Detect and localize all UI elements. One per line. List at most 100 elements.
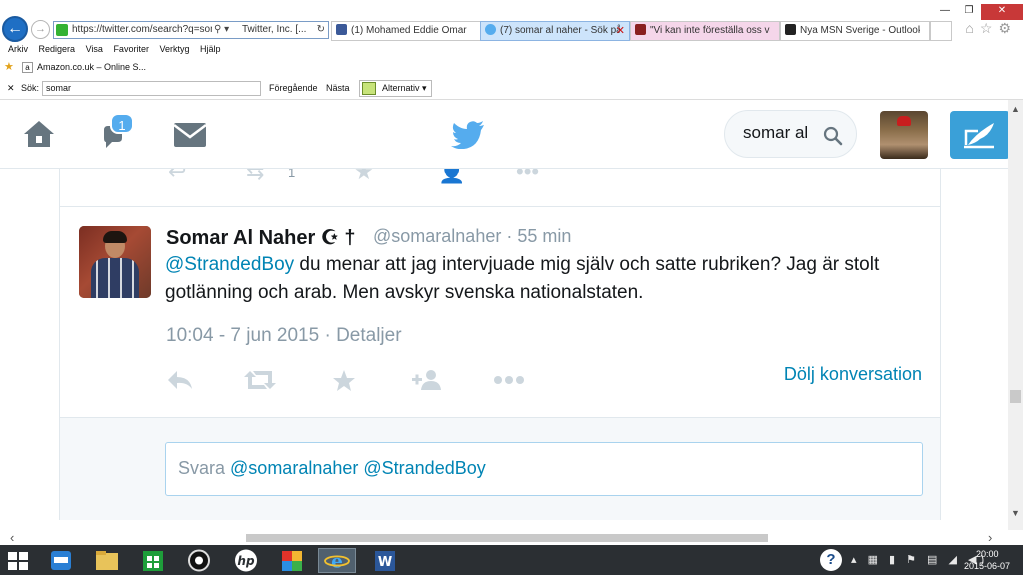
refresh-icon[interactable]: ↻: [317, 22, 325, 38]
favorite-icon[interactable]: ★: [354, 169, 374, 185]
hide-conversation-link[interactable]: Dölj konversation: [784, 364, 922, 385]
reply-prefix: Svara: [178, 458, 231, 478]
horizontal-scrollbar[interactable]: ‹ ›: [0, 530, 1008, 545]
reply-icon[interactable]: ↩: [168, 169, 186, 185]
forward-button[interactable]: →: [31, 20, 50, 39]
find-previous-button[interactable]: Föregående: [269, 78, 318, 98]
search-input[interactable]: somar al: [743, 123, 808, 143]
avatar-hair: [103, 231, 127, 243]
photo-app-icon[interactable]: [273, 548, 311, 573]
address-bar[interactable]: https://twitter.com/search?q=som ⚲ ▾ Twi…: [53, 21, 329, 39]
scroll-right-icon[interactable]: ›: [988, 530, 992, 545]
windows-taskbar: hp e W ? ▴ ▦ ▮ ⚑ ▤ ◢ ◀): [0, 545, 1023, 575]
horizontal-scroll-thumb[interactable]: [246, 534, 768, 542]
favorite-amazon-link[interactable]: Amazon.co.uk – Online S...: [37, 58, 146, 76]
restore-icon[interactable]: ❐: [957, 4, 981, 20]
clock-date[interactable]: 2015-06-07: [964, 561, 1010, 571]
find-bar: ✕ Sök: somar Föregående Nästa Alternativ…: [0, 78, 1023, 100]
reply-icon[interactable]: [167, 369, 193, 391]
add-favorite-star-icon[interactable]: ★: [4, 62, 16, 73]
word-icon[interactable]: W: [366, 548, 404, 573]
scroll-down-icon[interactable]: ▼: [1011, 508, 1020, 518]
news-icon: [635, 24, 646, 35]
taskbar-app-icon[interactable]: [42, 548, 80, 573]
tab-twitter-search[interactable]: (7) somar al naher - Sök på ... ✕: [480, 21, 630, 41]
compose-tweet-button[interactable]: [950, 111, 1010, 159]
retweet-icon[interactable]: ⇆: [246, 169, 264, 185]
scroll-thumb[interactable]: [1010, 390, 1021, 403]
tweet-age[interactable]: 55 min: [517, 226, 571, 246]
menu-arkiv[interactable]: Arkiv: [8, 42, 28, 56]
author-name-text[interactable]: Somar Al Naher: [166, 227, 315, 249]
follow-icon[interactable]: 👤: [438, 169, 465, 185]
media-player-icon[interactable]: [180, 548, 218, 573]
search-dropdown-icon[interactable]: ⚲ ▾: [214, 22, 229, 38]
vertical-scrollbar[interactable]: ▲ ▼: [1008, 100, 1023, 530]
tab-msn[interactable]: Nya MSN Sverige - Outlook, Sk...: [780, 21, 930, 41]
address-url[interactable]: https://twitter.com/search?q=som: [72, 22, 212, 38]
tweet-text: @StrandedBoy du menar att jag intervjuad…: [165, 251, 935, 307]
minimize-icon[interactable]: —: [933, 4, 957, 20]
retweet-icon[interactable]: [244, 369, 276, 391]
more-icon[interactable]: [493, 369, 525, 391]
store-icon[interactable]: [134, 548, 172, 573]
help-icon[interactable]: ?: [820, 549, 842, 571]
back-button[interactable]: ←: [2, 16, 28, 42]
find-input[interactable]: somar: [42, 81, 261, 96]
details-link[interactable]: Detaljer: [336, 325, 401, 346]
menu-bar: Arkiv Redigera Visa Favoriter Verktyg Hj…: [0, 42, 1023, 58]
internet-explorer-icon[interactable]: e: [318, 548, 356, 573]
certificate-label[interactable]: Twitter, Inc. [...: [242, 22, 314, 38]
menu-hjalp[interactable]: Hjälp: [200, 42, 221, 56]
close-tab-icon[interactable]: ✕: [616, 22, 625, 40]
account-avatar[interactable]: [880, 111, 928, 159]
settings-gear-icon[interactable]: ⚙: [998, 20, 1017, 36]
tweet[interactable]: Somar Al Naher ☪ † @somaralnaher · 55 mi…: [60, 208, 940, 417]
messages-icon[interactable]: [173, 122, 207, 148]
menu-verktyg[interactable]: Verktyg: [159, 42, 189, 56]
close-find-icon[interactable]: ✕: [7, 78, 15, 98]
twitter-bird-icon[interactable]: [451, 121, 485, 149]
tab-facebook[interactable]: (1) Mohamed Eddie Omar: [331, 21, 481, 41]
menu-visa[interactable]: Visa: [86, 42, 103, 56]
home-icon[interactable]: [22, 119, 56, 149]
find-label: Sök:: [21, 83, 40, 93]
more-icon[interactable]: •••: [516, 169, 539, 185]
close-window-icon[interactable]: ✕: [981, 4, 1023, 20]
hp-icon[interactable]: hp: [227, 548, 265, 573]
menu-redigera[interactable]: Redigera: [39, 42, 76, 56]
favorite-icon[interactable]: [332, 369, 356, 393]
tab-label: "Vi kan inte föreställa oss vad s...: [650, 25, 770, 36]
mention-link[interactable]: @StrandedBoy: [165, 254, 294, 275]
author-name[interactable]: Somar Al Naher ☪ †: [166, 225, 355, 250]
notification-badge[interactable]: 1: [110, 113, 134, 134]
retweet-count: 1: [288, 169, 296, 180]
search-icon[interactable]: [823, 126, 843, 146]
new-tab-button[interactable]: [930, 21, 952, 41]
author-handle-line: @somaralnaher · 55 min: [373, 226, 571, 247]
search-box[interactable]: somar al: [724, 110, 857, 158]
browser-tab-bar: ← → https://twitter.com/search?q=som ⚲ ▾…: [0, 0, 1023, 42]
find-next-button[interactable]: Nästa: [326, 78, 350, 98]
favorites-star-icon[interactable]: ☆: [980, 20, 999, 36]
author-avatar[interactable]: [79, 226, 151, 298]
reply-placeholder: Svara @somaralnaher @StrandedBoy: [178, 458, 486, 479]
tab-label: (7) somar al naher - Sök på ...: [500, 25, 620, 36]
follow-icon[interactable]: [412, 369, 442, 391]
scroll-left-icon[interactable]: ‹: [10, 530, 14, 545]
reply-input[interactable]: Svara @somaralnaher @StrandedBoy: [165, 442, 923, 496]
scroll-up-icon[interactable]: ▲: [1011, 104, 1020, 114]
find-options-label: Alternativ: [382, 83, 420, 93]
avatar-body: [91, 258, 139, 298]
menu-favoriter[interactable]: Favoriter: [113, 42, 149, 56]
clock-time[interactable]: 20:00: [976, 549, 999, 559]
author-handle[interactable]: @somaralnaher: [373, 226, 501, 246]
windows-start-icon[interactable]: [8, 552, 28, 570]
file-explorer-icon[interactable]: [88, 548, 126, 573]
tab-news[interactable]: "Vi kan inte föreställa oss vad s...: [630, 21, 780, 41]
compose-quill-icon: [964, 123, 994, 149]
find-options-button[interactable]: Alternativ ▾: [359, 80, 432, 97]
window-controls: — ❐ ✕: [933, 0, 1023, 20]
amazon-icon: a: [22, 62, 33, 73]
home-page-icon[interactable]: ⌂: [965, 20, 979, 36]
